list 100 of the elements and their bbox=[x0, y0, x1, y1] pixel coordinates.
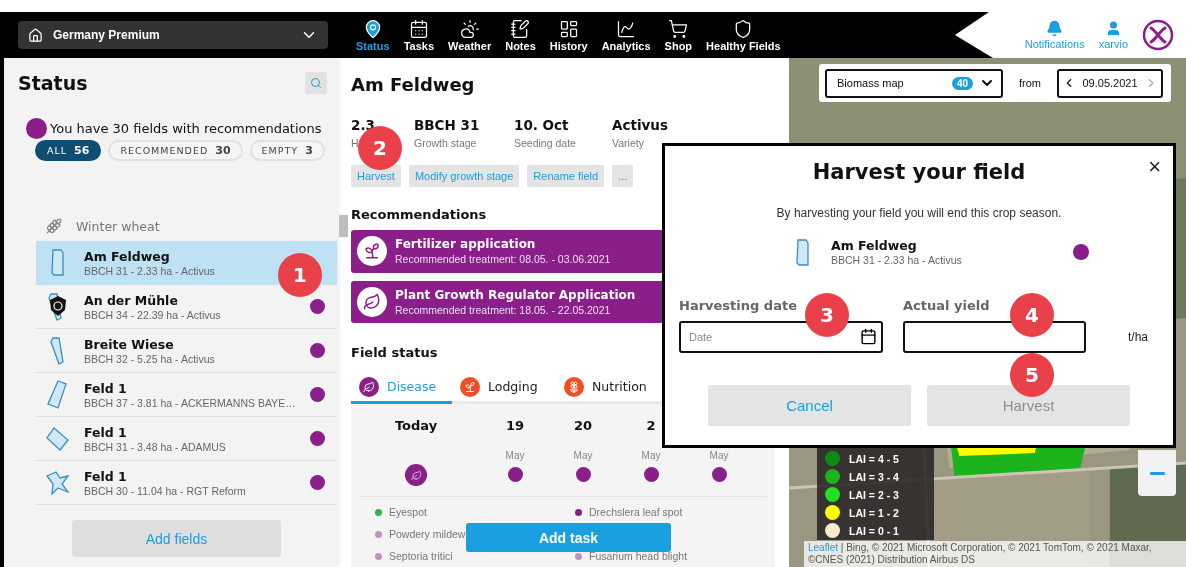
legend-label: LAI = 4 - 5 bbox=[849, 452, 899, 465]
category-tab[interactable]: Lodging bbox=[452, 372, 556, 404]
field-detail: BBCH 34 - 22.39 ha - Activus bbox=[84, 308, 221, 321]
cart-icon bbox=[668, 18, 689, 39]
field-name: Am Feldweg bbox=[84, 248, 170, 264]
day-status-dot[interactable] bbox=[507, 467, 523, 482]
legend-label: LAI = 0 - 1 bbox=[849, 524, 899, 537]
field-name: Breite Wiese bbox=[84, 336, 174, 352]
recommendation-title: Plant Growth Regulator Application bbox=[395, 287, 636, 302]
stat-value: 10. Oct bbox=[514, 117, 569, 133]
recommendation-summary: You have 30 fields with recommendations bbox=[50, 121, 322, 136]
field-shape-icon bbox=[45, 426, 69, 451]
month-label: May bbox=[641, 450, 661, 461]
field-detail: BBCH 37 - 3.81 ha - ACKERMANNS BAYE… bbox=[84, 396, 296, 409]
month-label: May bbox=[573, 450, 593, 461]
field-row[interactable]: Feld 1 BBCH 30 - 11.04 ha - RGT Reform bbox=[36, 461, 337, 505]
day-status-dot[interactable] bbox=[643, 467, 659, 482]
dashboard-icon bbox=[558, 18, 579, 39]
field-row[interactable]: Feld 1 BBCH 37 - 3.81 ha - ACKERMANNS BAYE… bbox=[36, 373, 337, 417]
field-shape-icon bbox=[47, 380, 67, 409]
unit-label: t/ha bbox=[1128, 330, 1148, 344]
field-name: Am Feldweg bbox=[831, 238, 917, 253]
recommendation-title: Fertilizer application bbox=[395, 237, 537, 252]
recommendation-dot bbox=[26, 118, 47, 139]
farm-select[interactable]: Germany Premium bbox=[18, 21, 328, 49]
nav-tab[interactable]: Status bbox=[350, 18, 396, 52]
section-title: Recommendations bbox=[351, 207, 488, 222]
notepad-icon bbox=[510, 18, 531, 39]
close-button[interactable]: × bbox=[1148, 156, 1161, 178]
date-field[interactable]: Date bbox=[679, 321, 883, 353]
stat-label: Growth stage bbox=[414, 137, 477, 149]
farm-icon bbox=[28, 27, 43, 43]
layer-select[interactable]: Biomass map 40 bbox=[825, 68, 1003, 98]
day-status-dot[interactable] bbox=[575, 467, 591, 482]
filter-chip[interactable]: EMPTY 3 bbox=[249, 140, 325, 161]
month-label: May bbox=[709, 450, 729, 461]
field-shape-icon bbox=[50, 249, 64, 276]
calendar-icon[interactable] bbox=[860, 328, 877, 345]
disease-label: Septoria tritici bbox=[389, 550, 453, 562]
stat-value: BBCH 31 bbox=[414, 117, 480, 133]
field-detail: BBCH 31 - 3.48 ha - ADAMUS bbox=[84, 440, 226, 453]
date-picker[interactable]: 09.05.2021 bbox=[1057, 68, 1163, 98]
calendar-icon bbox=[408, 18, 429, 39]
legend-label: LAI = 3 - 4 bbox=[849, 470, 899, 483]
dialog-text: By harvesting your field you will end this crop season. bbox=[776, 206, 1062, 220]
legend-label: LAI = 1 - 2 bbox=[849, 506, 899, 519]
filter-chip[interactable]: ALL 56 bbox=[35, 140, 102, 161]
field-name: Feld 1 bbox=[84, 424, 127, 440]
field-row[interactable]: Breite Wiese BBCH 32 - 5.25 ha - Activus bbox=[36, 329, 337, 373]
nav-tab[interactable]: Tasks bbox=[397, 18, 440, 52]
nav-tab[interactable]: History bbox=[543, 18, 594, 52]
section-title: Field status bbox=[351, 345, 439, 360]
field-name: Feld 1 bbox=[84, 468, 127, 484]
field-title: Am Feldweg bbox=[351, 74, 476, 95]
disease-label: Fusarium head blight bbox=[589, 550, 688, 562]
day-label: 19 bbox=[505, 418, 525, 433]
legend-label: LAI = 2 - 3 bbox=[849, 488, 899, 501]
field-detail: BBCH 31 - 2.33 ha - Activus bbox=[831, 254, 962, 266]
sprout-icon bbox=[357, 236, 387, 267]
field-name: Feld 1 bbox=[84, 380, 127, 396]
disease-label: Eyespot bbox=[389, 506, 427, 518]
field-shape-icon bbox=[795, 238, 809, 266]
disease-label: Drechslera leaf spot bbox=[589, 506, 683, 518]
filter-chip[interactable]: RECOMMENDED 30 bbox=[108, 140, 243, 161]
nav-tab[interactable]: Notes bbox=[499, 18, 542, 52]
from-label: from bbox=[1019, 77, 1041, 89]
map-attribution: Leaflet | Bing, © 2021 Microsoft Corporation, © 2021 TomTom, © 2021 Maxar, ©CNES (2021) Distribution Airbus DS bbox=[804, 541, 1186, 567]
dialog-title: Harvest your field bbox=[812, 160, 1026, 184]
stat-label: Variety bbox=[612, 137, 644, 149]
nav-tab[interactable]: Analytics bbox=[595, 18, 657, 52]
field-detail: BBCH 32 - 5.25 ha - Activus bbox=[84, 352, 215, 365]
day-status-dot[interactable] bbox=[711, 467, 727, 482]
logo-icon[interactable] bbox=[1142, 19, 1174, 51]
nav-tab[interactable]: Weather bbox=[442, 18, 498, 52]
chart-icon bbox=[616, 18, 637, 39]
search-icon bbox=[310, 77, 322, 89]
stat-label: H bbox=[351, 137, 359, 149]
nav-tab[interactable]: Shop bbox=[658, 18, 699, 52]
field-label: Actual yield bbox=[903, 298, 991, 313]
field-detail: BBCH 30 - 11.04 ha - RGT Reform bbox=[84, 484, 246, 497]
minus-icon bbox=[1149, 471, 1165, 475]
stat-label: Seeding date bbox=[514, 137, 576, 149]
field-row[interactable]: Feld 1 BBCH 31 - 3.48 ha - ADAMUS bbox=[36, 417, 337, 461]
panel-title: Status bbox=[18, 72, 88, 94]
month-label: May bbox=[505, 450, 525, 461]
field-name: An der Mühle bbox=[84, 292, 178, 308]
recommendation-detail: Recommended treatment: 18.05. - 22.05.2021 bbox=[395, 303, 612, 316]
field-shape-icon bbox=[45, 470, 69, 495]
day-label: 2 bbox=[646, 418, 656, 433]
category-tab[interactable]: Nutrition bbox=[556, 372, 660, 404]
yield-field[interactable] bbox=[903, 321, 1086, 353]
day-status-dot[interactable] bbox=[405, 464, 427, 486]
cloud-sun-icon bbox=[459, 18, 480, 39]
wheat-icon bbox=[46, 218, 62, 234]
zoom-out-button[interactable] bbox=[1138, 450, 1176, 496]
nav-tab[interactable]: Healthy Fields bbox=[700, 18, 787, 52]
disease-label: Powdery mildew bbox=[389, 528, 466, 540]
stat-value: Activus bbox=[612, 117, 668, 133]
field-shape-icon bbox=[50, 336, 64, 365]
date-value: 09.05.2021 bbox=[1082, 77, 1138, 89]
